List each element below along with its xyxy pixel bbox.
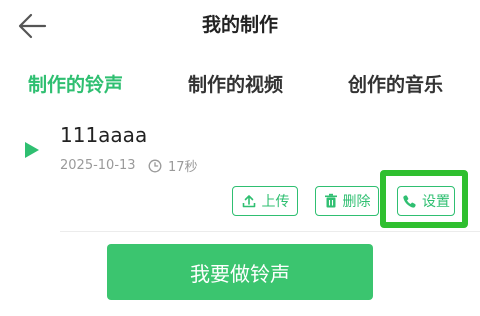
upload-label: 上传 — [261, 194, 290, 210]
delete-label: 删除 — [342, 194, 371, 210]
upload-icon — [242, 195, 255, 208]
ringtone-title: 111aaaa — [60, 123, 148, 147]
clock-icon — [148, 159, 162, 172]
page-title: 我的制作 — [201, 14, 278, 36]
divider — [60, 231, 480, 232]
ringtone-list-item: 111aaaa 2025-10-13 17秒 上传 删除 设置 — [0, 110, 480, 232]
make-ringtone-button[interactable]: 我要做铃声 — [107, 244, 373, 300]
play-button[interactable] — [22, 140, 42, 160]
delete-button[interactable]: 删除 — [315, 186, 379, 216]
upload-button[interactable]: 上传 — [232, 186, 298, 216]
ringtone-date: 2025-10-13 — [60, 158, 136, 173]
tab-made-videos[interactable]: 制作的视频 — [188, 70, 283, 97]
play-icon — [25, 142, 39, 158]
duration-text: 17秒 — [168, 160, 198, 175]
trash-icon — [324, 193, 337, 208]
tab-bar: 制作的铃声 制作的视频 创作的音乐 — [0, 62, 480, 102]
ringtone-duration: 17秒 — [148, 156, 198, 175]
tab-created-music[interactable]: 创作的音乐 — [348, 70, 443, 97]
phone-icon — [403, 194, 416, 208]
set-ringtone-button[interactable]: 设置 — [397, 186, 455, 216]
set-label: 设置 — [422, 194, 450, 210]
header: 我的制作 — [0, 0, 480, 52]
tab-made-ringtones[interactable]: 制作的铃声 — [28, 70, 123, 97]
